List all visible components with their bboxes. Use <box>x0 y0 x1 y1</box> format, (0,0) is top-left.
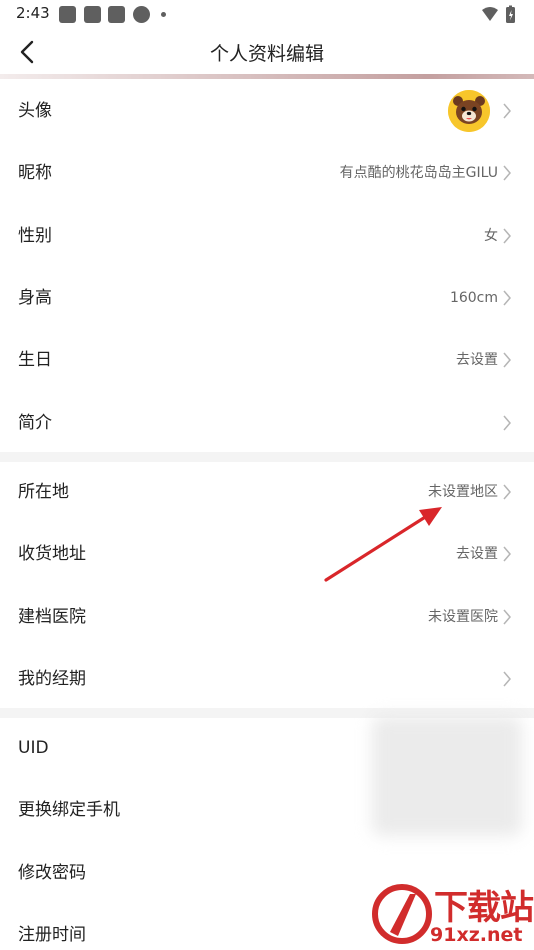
notification-icon <box>108 6 125 23</box>
row-value: 女 <box>484 228 498 244</box>
row-change-password[interactable]: 修改密码 <box>0 842 534 904</box>
row-hospital[interactable]: 建档医院 未设置医院 <box>0 586 534 648</box>
row-birthday[interactable]: 生日 去设置 <box>0 329 534 391</box>
row-period[interactable]: 我的经期 <box>0 648 534 710</box>
row-value: 去设置 <box>456 352 498 368</box>
row-label: 身高 <box>18 288 52 308</box>
bear-avatar <box>448 90 490 132</box>
row-avatar[interactable]: 头像 <box>0 80 534 142</box>
row-register-time: 注册时间 <box>0 904 534 950</box>
more-notifications-icon <box>161 12 166 17</box>
notification-icon <box>84 6 101 23</box>
chevron-right-icon <box>503 228 511 244</box>
row-label: UID <box>18 738 49 758</box>
row-value: 未设置地区 <box>428 484 498 500</box>
row-value: 未设置医院 <box>428 609 498 625</box>
row-value: 有点酷的桃花岛岛主GILU <box>339 165 498 181</box>
row-label: 简介 <box>18 413 52 433</box>
chevron-right-icon <box>503 352 511 368</box>
row-nickname[interactable]: 昵称 有点酷的桃花岛岛主GILU <box>0 142 534 204</box>
row-value: 去设置 <box>456 546 498 562</box>
wifi-battery-icon <box>482 5 515 23</box>
row-label: 修改密码 <box>18 863 86 883</box>
chevron-right-icon <box>503 415 511 431</box>
notification-icon <box>133 6 150 23</box>
top-bar: 个人资料编辑 <box>0 30 534 74</box>
chevron-right-icon <box>503 546 511 562</box>
chevron-right-icon <box>503 484 511 500</box>
row-label: 注册时间 <box>18 925 86 945</box>
row-height[interactable]: 身高 160cm <box>0 267 534 329</box>
row-gender[interactable]: 性别 女 <box>0 205 534 267</box>
row-label: 我的经期 <box>18 669 86 689</box>
row-label: 昵称 <box>18 163 52 183</box>
row-shipping-address[interactable]: 收货地址 去设置 <box>0 523 534 585</box>
status-time: 2:43 <box>16 4 50 22</box>
header-divider <box>0 74 534 79</box>
profile-edit-screen: 2:43 个人资料编辑 头像 昵称 有点酷的桃花岛岛主GILU 性别 女 身高 … <box>0 0 534 950</box>
avatar <box>448 90 490 132</box>
row-bio[interactable]: 简介 <box>0 392 534 454</box>
status-bar: 2:43 <box>0 0 534 30</box>
blurred-info <box>372 716 522 836</box>
row-label: 建档医院 <box>18 607 86 627</box>
chevron-right-icon <box>503 290 511 306</box>
page-title: 个人资料编辑 <box>209 43 324 65</box>
row-label: 头像 <box>18 101 52 121</box>
chevron-right-icon <box>503 165 511 181</box>
row-label: 性别 <box>18 226 52 246</box>
notification-icon <box>59 6 76 23</box>
chevron-right-icon <box>503 671 511 687</box>
row-label: 生日 <box>18 350 52 370</box>
row-label: 收货地址 <box>18 544 86 564</box>
row-location[interactable]: 所在地 未设置地区 <box>0 461 534 523</box>
row-value: 160cm <box>449 290 498 306</box>
row-label: 所在地 <box>18 482 69 502</box>
chevron-right-icon <box>503 103 511 119</box>
chevron-right-icon <box>503 609 511 625</box>
row-label: 更换绑定手机 <box>18 800 120 820</box>
